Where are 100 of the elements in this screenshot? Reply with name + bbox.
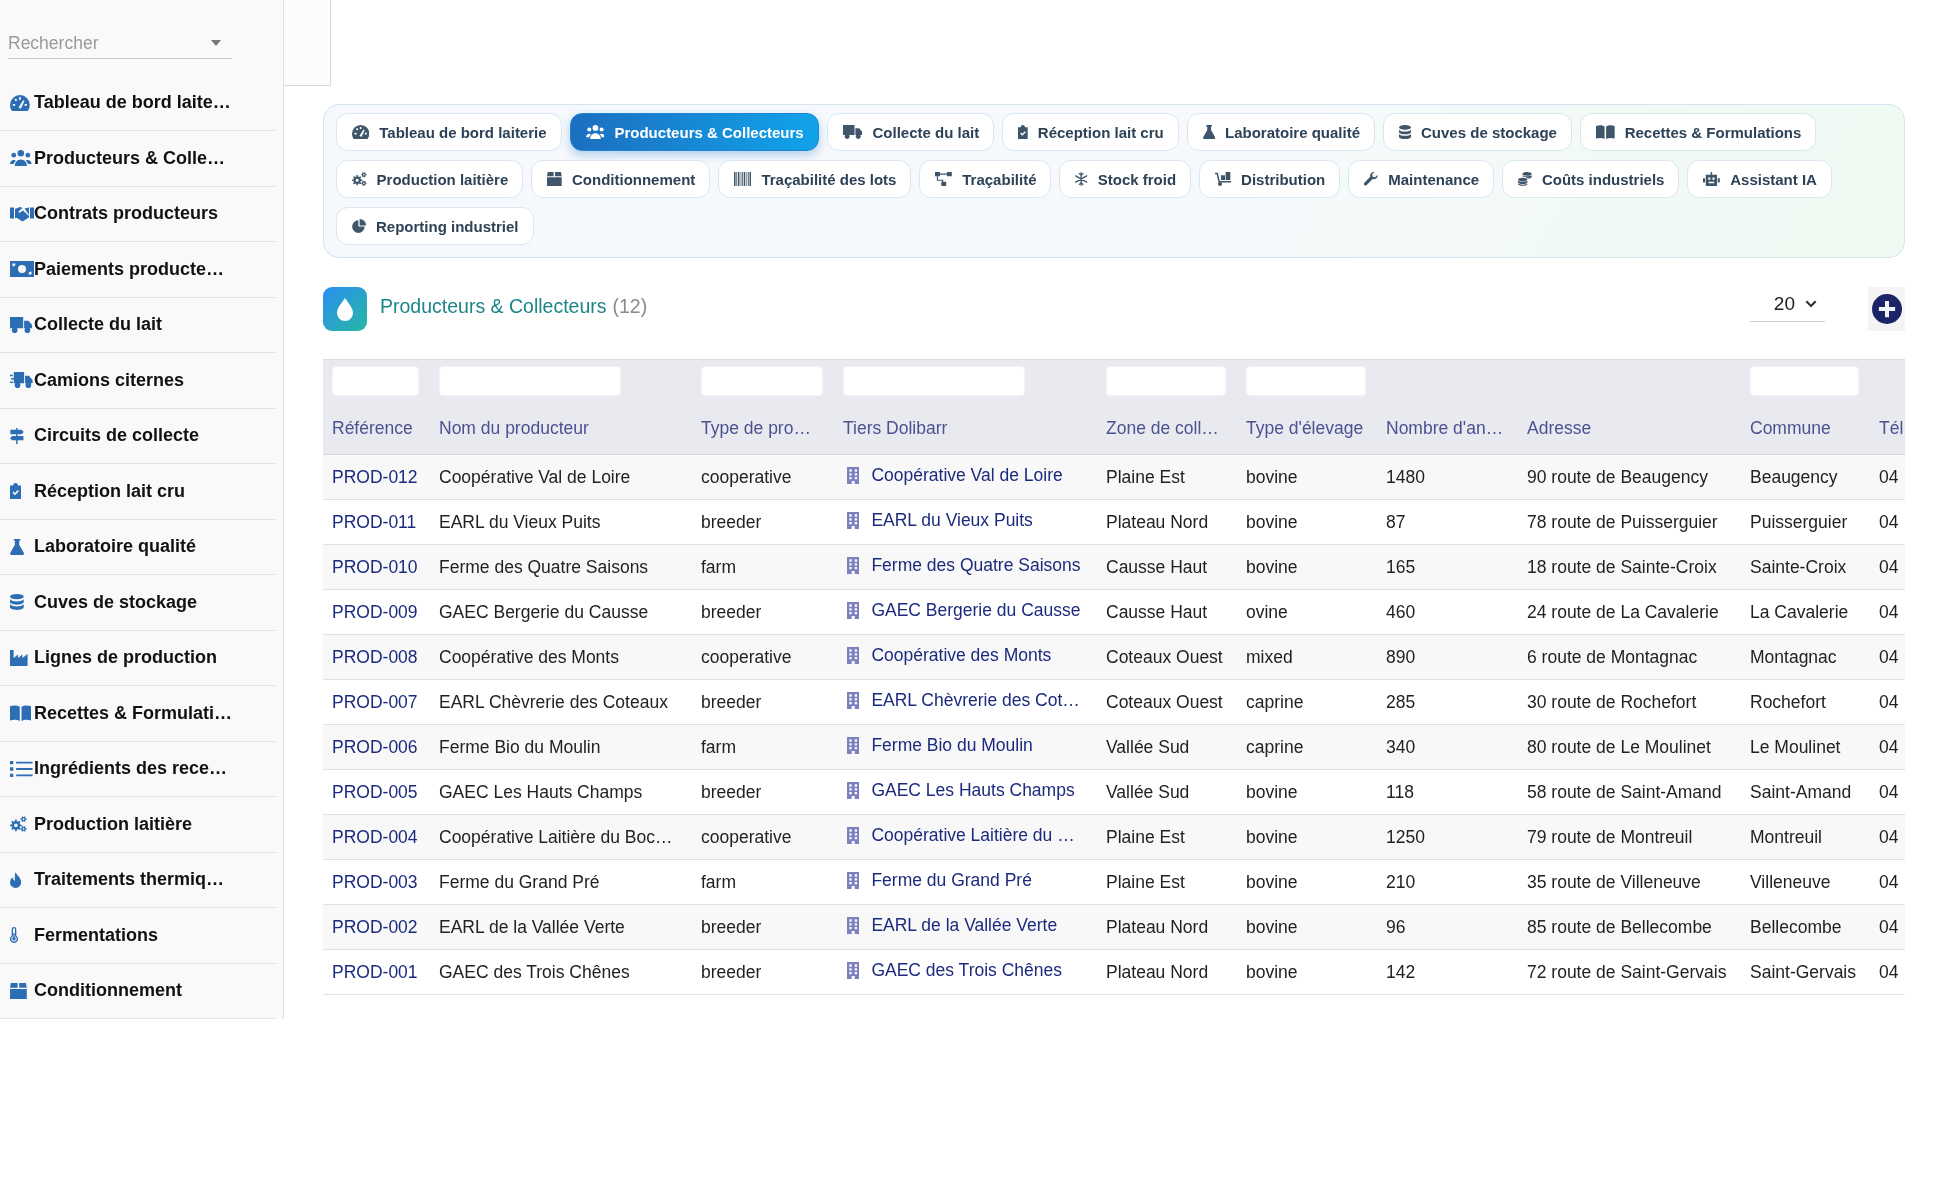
tab[interactable]: Tableau de bord laiterie [336,113,562,151]
sidebar-item[interactable]: Paiements producte… [0,242,276,298]
tiers-link[interactable]: Ferme Bio du Moulin [847,735,1033,756]
sidebar-item[interactable]: Production laitière [0,797,276,853]
reference-link[interactable]: PROD-001 [332,961,418,982]
tiers-link[interactable]: Ferme du Grand Pré [847,870,1032,891]
table-cell: bovine [1246,466,1298,487]
table-cell: 04 [1879,646,1899,667]
sidebar-item[interactable]: Lignes de production [0,630,276,686]
tiers-link[interactable]: EARL du Vieux Puits [847,510,1033,531]
table-cell: 04 [1879,781,1899,802]
column-header[interactable]: Tél [1879,418,1904,438]
reference-link[interactable]: PROD-007 [332,691,418,712]
building-icon [847,782,860,799]
reference-link[interactable]: PROD-005 [332,781,418,802]
table-cell: 04 [1879,511,1899,532]
tab[interactable]: Production laitière [336,160,524,198]
column-header[interactable]: Zone de coll… [1106,418,1219,438]
tab[interactable]: Maintenance [1348,160,1495,198]
users-icon [585,125,605,139]
reference-link[interactable]: PROD-010 [332,556,418,577]
tiers-link[interactable]: Coopérative Val de Loire [847,465,1063,486]
sidebar-item[interactable]: Cuves de stockage [0,575,276,631]
table-cell: bovine [1246,511,1298,532]
tab[interactable]: Laboratoire qualité [1186,113,1376,151]
table-cell: farm [701,871,736,892]
flask-icon [10,538,25,555]
sidebar-item[interactable]: Producteurs & Colle… [0,131,276,187]
column-header[interactable]: Commune [1750,418,1831,438]
database-icon [1399,125,1412,139]
reference-link[interactable]: PROD-011 [332,511,417,532]
add-button[interactable] [1868,287,1905,331]
tiers-link[interactable]: EARL de la Vallée Verte [847,915,1058,936]
tab[interactable]: Distribution [1199,160,1341,198]
sidebar-item[interactable]: Ingrédients des rece… [0,741,276,797]
table-cell: Villeneuve [1750,871,1831,892]
tiers-link[interactable]: EARL Chèvrerie des Cot… [847,690,1080,711]
tiers-link[interactable]: Ferme des Quatre Saisons [847,555,1081,576]
sidebar-item[interactable]: Collecte du lait [0,297,276,353]
database-icon [10,594,24,611]
reference-link[interactable]: PROD-009 [332,601,418,622]
sidebar-item[interactable]: Réception lait cru [0,464,276,520]
tab[interactable]: Coûts industriels [1502,160,1680,198]
robot-icon [1703,172,1721,186]
search-field[interactable]: Rechercher [8,28,232,59]
tab[interactable]: Stock froid [1059,160,1192,198]
reference-link[interactable]: PROD-012 [332,466,418,487]
tiers-link[interactable]: Coopérative des Monts [847,645,1052,666]
box-icon [10,982,27,999]
tiers-link[interactable]: Coopérative Laitière du … [847,825,1075,846]
column-header[interactable]: Nombre d'an… [1386,418,1504,438]
tiers-link[interactable]: GAEC Bergerie du Causse [847,600,1081,621]
tiers-link[interactable]: GAEC des Trois Chênes [847,960,1063,981]
table-cell: bovine [1246,826,1298,847]
book-icon [1595,125,1615,139]
column-header[interactable]: Nom du producteur [439,418,589,438]
reference-link[interactable]: PROD-003 [332,871,418,892]
table-cell: cooperative [701,466,792,487]
sidebar-item[interactable]: Fermentations [0,908,276,964]
tab[interactable]: Conditionnement [531,160,711,198]
building-icon [847,512,860,529]
sidebar-item[interactable]: Contrats producteurs [0,186,276,242]
tab[interactable]: Cuves de stockage [1383,113,1572,151]
column-header[interactable]: Référence [332,418,413,438]
sidebar-item[interactable]: Tableau de bord laite… [0,75,276,131]
tiers-link[interactable]: GAEC Les Hauts Champs [847,780,1075,801]
table-cell: 72 route de Saint-Gervais [1527,961,1727,982]
table-cell: Causse Haut [1106,601,1208,622]
table-cell: bovine [1246,961,1298,982]
sidebar-item[interactable]: Conditionnement [0,963,276,1019]
reference-link[interactable]: PROD-002 [332,916,418,937]
gauge-icon [352,125,370,139]
sidebar-item[interactable]: Circuits de collecte [0,408,276,464]
table-cell: 04 [1879,556,1899,577]
column-header[interactable]: Adresse [1527,418,1592,438]
column-header[interactable]: Type d'élevage [1246,418,1364,438]
tab[interactable]: Réception lait cru [1002,113,1179,151]
column-header[interactable]: Tiers Dolibarr [843,418,948,438]
tab[interactable]: Traçabilité [919,160,1052,198]
table-cell: Coopérative Val de Loire [439,466,631,487]
tab[interactable]: Reporting industriel [336,207,534,245]
flask-icon [1202,125,1215,139]
sidebar-item[interactable]: Camions citernes [0,353,276,409]
tab[interactable]: Producteurs & Collecteurs [569,113,819,151]
column-header[interactable]: Type de pro… [701,418,811,438]
table-cell: 87 [1386,511,1406,532]
sidebar-item[interactable]: Laboratoire qualité [0,519,276,575]
reference-link[interactable]: PROD-004 [332,826,418,847]
sidebar-item[interactable]: Recettes & Formulati… [0,686,276,742]
building-icon [847,557,860,574]
reference-link[interactable]: PROD-006 [332,736,418,757]
barcode-icon [734,172,752,186]
page-size-select[interactable]: 20 [1750,286,1825,322]
reference-link[interactable]: PROD-008 [332,646,418,667]
sidebar-item[interactable]: Traitements thermiq… [0,852,276,908]
table-cell: 04 [1879,601,1899,622]
tab[interactable]: Traçabilité des lots [718,160,912,198]
tab[interactable]: Assistant IA [1687,160,1832,198]
tab[interactable]: Recettes & Formulations [1579,113,1817,151]
tab[interactable]: Collecte du lait [826,113,995,151]
